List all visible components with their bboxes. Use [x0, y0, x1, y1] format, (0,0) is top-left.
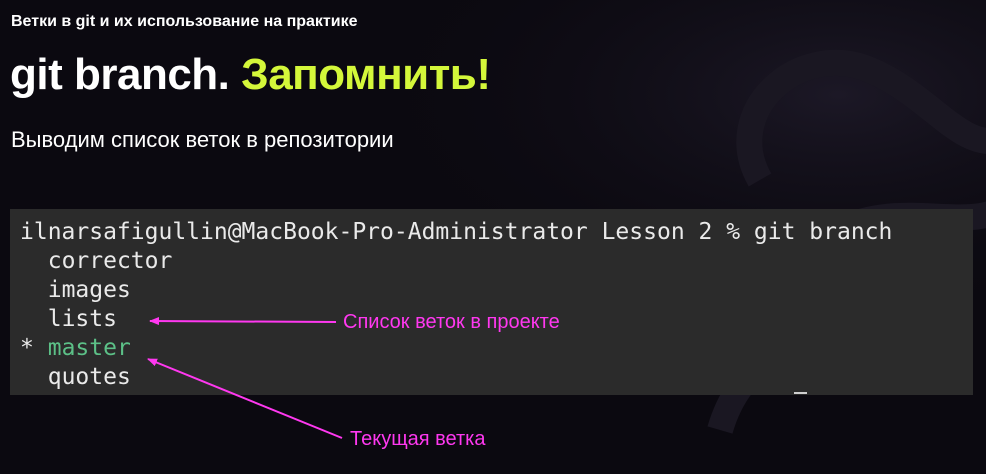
branch-marker: [20, 277, 34, 303]
branch-line: quotes: [20, 363, 131, 392]
branch-marker: [20, 364, 34, 390]
terminal-window: ilnarsafigullin@MacBook-Pro-Administrato…: [10, 209, 973, 395]
current-branch-annotation: Текущая ветка: [350, 428, 486, 450]
branch-name: images: [47, 277, 131, 303]
branch-name: lists: [47, 306, 117, 332]
terminal-prompt-line: ilnarsafigullin@MacBook-Pro-Administrato…: [20, 219, 893, 245]
branch-list-annotation: Список веток в проекте: [343, 311, 560, 333]
slide-description: Выводим список веток в репозитории: [11, 127, 394, 152]
branch-line: corrector: [20, 247, 173, 276]
title-accent: Запомнить!: [241, 50, 491, 99]
branch-line: lists: [20, 305, 117, 334]
slide-subtitle: Ветки в git и их использование на практи…: [11, 13, 358, 30]
branch-name: quotes: [47, 364, 131, 390]
title-main: git branch.: [10, 50, 230, 99]
current-branch-name: master: [47, 335, 131, 361]
terminal-cursor: [794, 392, 807, 394]
branch-marker: [20, 248, 34, 274]
branch-line: images: [20, 276, 131, 305]
branch-marker: [20, 306, 34, 332]
branch-name: corrector: [47, 248, 173, 274]
current-branch-marker: *: [20, 335, 34, 361]
slide-title: git branch. Запомнить!: [10, 50, 491, 100]
branch-line-current: * master: [20, 334, 131, 363]
